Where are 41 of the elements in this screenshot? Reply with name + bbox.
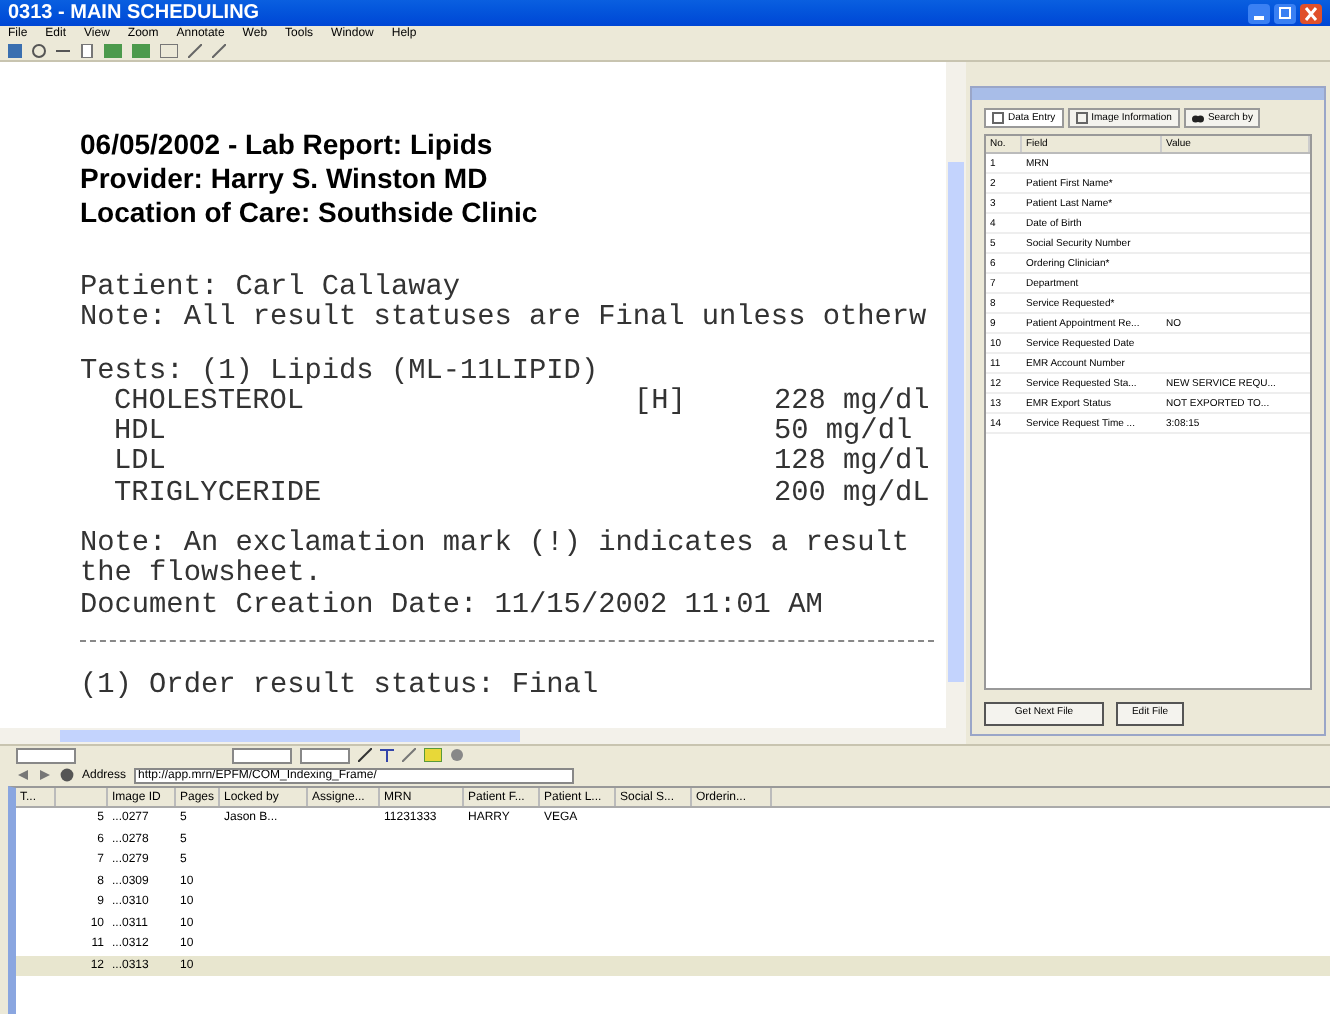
form-icon [992,112,1004,124]
text-tool-icon[interactable] [380,748,394,762]
report-heading: 06/05/2002 - Lab Report: Lipids [80,128,495,162]
page-icon[interactable] [80,44,94,58]
scroll-thumb[interactable] [60,730,520,742]
report-line: Note: All result statuses are Final unless otherw [80,304,929,336]
test-value: 128 mg/dl [774,448,930,479]
back-icon[interactable] [16,768,30,782]
report-line: Note: An exclamation mark (!) indicates a result [80,530,912,561]
font-field[interactable] [232,747,292,763]
report-line: (1) Order result status: Final [80,671,601,703]
report-line: Document Creation Date: 11/15/2002 11:01 AM [80,591,825,622]
form-icon [1075,112,1088,124]
test-name: HDL [114,418,168,449]
window-title: 0313 - MAIN SCHEDULING [8,3,260,23]
test-value: 200 mg/dL [774,479,930,511]
test-value: 228 mg/dl [774,387,930,418]
zoom-field[interactable] [16,747,76,763]
line-icon[interactable] [402,748,416,762]
report-heading: Location of Care: Southside Clinic [80,196,540,230]
size-field[interactable] [300,747,350,763]
abnormal-label: [H] [634,387,688,419]
stop-icon[interactable] [60,768,74,782]
test-name: CHOLESTEROL [114,387,306,419]
maximize-button[interactable] [1274,3,1296,23]
report-line: the flowsheet. [80,560,324,591]
circle-icon[interactable] [32,44,46,58]
scroll-thumb[interactable] [948,162,964,682]
report-line: Patient: Carl Callaway [80,274,462,304]
highlight-icon[interactable] [424,748,442,762]
report-line: Tests: (1) Lipids (ML-11LIPID) [80,357,601,388]
close-button[interactable] [1300,3,1322,23]
test-name: LDL [114,448,168,480]
binoculars-icon [1191,112,1204,124]
horizontal-scrollbar[interactable] [0,728,966,744]
vertical-scrollbar[interactable] [946,62,966,728]
minimize-button[interactable] [1248,3,1270,23]
forward-icon[interactable] [38,768,52,782]
test-value: 50 mg/dl [774,418,913,449]
test-name: TRIGLYCERIDE [114,479,324,511]
report-heading: Provider: Harry S. Winston MD [80,162,490,196]
